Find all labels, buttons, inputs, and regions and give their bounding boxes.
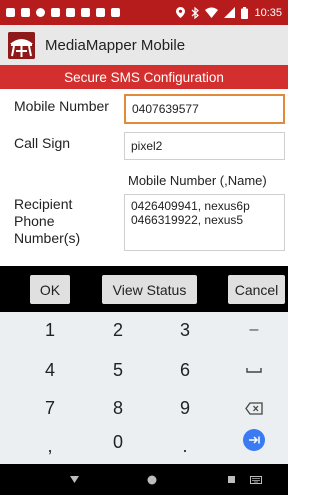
- key-4[interactable]: 4: [20, 352, 80, 388]
- app-bar: MediaMapper Mobile: [0, 25, 288, 65]
- recipients-label: Recipient Phone Number(s): [14, 196, 80, 247]
- recipients-label-line: Phone: [14, 213, 55, 229]
- key-1[interactable]: 1: [20, 312, 80, 348]
- recipients-hint: Mobile Number (,Name): [128, 173, 267, 188]
- enter-icon: [243, 429, 265, 451]
- recipient-entry: 0466319922, nexus5: [131, 212, 244, 227]
- keyboard-switch-icon: [250, 475, 262, 484]
- key-9[interactable]: 9: [155, 390, 215, 426]
- key-comma[interactable]: ,: [20, 428, 80, 464]
- key-8[interactable]: 8: [88, 390, 148, 426]
- call-sign-label: Call Sign: [14, 135, 71, 151]
- recipients-label-line: Number(s): [14, 230, 81, 246]
- status-bar: 10:35: [0, 0, 288, 25]
- key-backspace[interactable]: [224, 390, 284, 426]
- back-button[interactable]: [62, 464, 86, 495]
- call-sign-field[interactable]: pixel2: [124, 132, 285, 160]
- keyboard-switch-button[interactable]: [246, 464, 266, 495]
- key-enter[interactable]: [224, 422, 284, 458]
- action-bar: OK View Status Cancel: [0, 266, 288, 312]
- signal-icon: [224, 7, 236, 18]
- notification-icon: [66, 8, 75, 17]
- clock: 10:35: [254, 6, 282, 19]
- app-logo-icon: [8, 31, 35, 59]
- notification-icon: [96, 8, 105, 17]
- recipients-label-line: Recipient: [14, 196, 73, 212]
- wifi-icon: [205, 7, 219, 18]
- app-title: MediaMapper Mobile: [45, 36, 186, 54]
- notification-icon: [21, 8, 30, 17]
- bluetooth-icon: [192, 6, 200, 19]
- key-space[interactable]: [224, 352, 284, 388]
- notification-icon: [36, 8, 45, 17]
- page-title: Secure SMS Configuration: [0, 65, 288, 89]
- key-7[interactable]: 7: [20, 390, 80, 426]
- battery-icon: [241, 6, 249, 19]
- notification-icon: [81, 8, 90, 17]
- backspace-icon: [245, 401, 263, 415]
- notification-icon: [51, 8, 60, 17]
- recipients-field[interactable]: 0426409941, nexus6p 0466319922, nexus5: [124, 194, 285, 251]
- home-button[interactable]: [140, 464, 164, 495]
- notification-icon: [6, 8, 15, 17]
- key-period[interactable]: .: [155, 428, 215, 464]
- view-status-button[interactable]: View Status: [102, 275, 197, 304]
- notification-icon: [111, 8, 120, 17]
- key-0[interactable]: 0: [88, 424, 148, 460]
- location-icon: [176, 7, 186, 18]
- home-icon: [147, 475, 157, 484]
- key-minus[interactable]: –: [224, 312, 284, 348]
- recents-button[interactable]: [224, 464, 238, 495]
- mobile-number-field[interactable]: 0407639577: [124, 94, 285, 124]
- navigation-bar: [0, 464, 288, 495]
- key-5[interactable]: 5: [88, 352, 148, 388]
- key-3[interactable]: 3: [155, 312, 215, 348]
- key-2[interactable]: 2: [88, 312, 148, 348]
- key-6[interactable]: 6: [155, 352, 215, 388]
- space-icon: [246, 368, 262, 373]
- recipient-entry: 0426409941, nexus6p: [131, 199, 250, 213]
- ok-button[interactable]: OK: [30, 275, 70, 304]
- recents-icon: [227, 476, 235, 483]
- cancel-button[interactable]: Cancel: [228, 275, 285, 304]
- mobile-number-label: Mobile Number: [14, 98, 109, 114]
- notification-icons: [6, 8, 120, 17]
- back-icon: [69, 476, 79, 483]
- system-icons: 10:35: [176, 6, 282, 19]
